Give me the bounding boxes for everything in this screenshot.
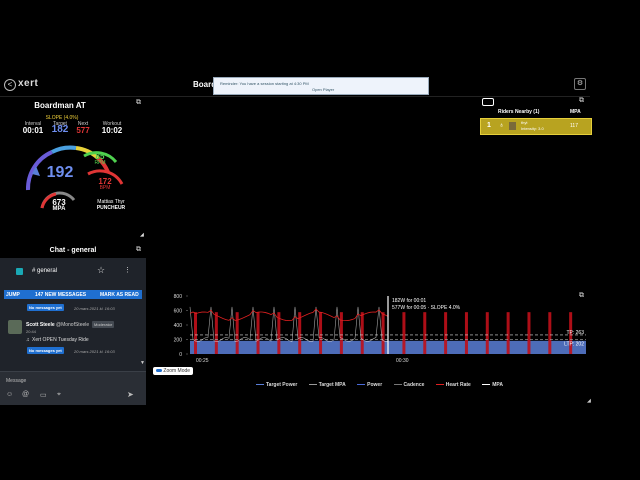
- send-icon[interactable]: ➤: [127, 390, 134, 399]
- emoji-icon[interactable]: ☺: [6, 391, 13, 398]
- target-interval-bar: [464, 312, 468, 354]
- rider-mpa: 117: [570, 123, 578, 129]
- message-timestamp: 20 mars 2021 kl. 16:03: [74, 306, 115, 311]
- location-icon[interactable]: ⌖: [57, 391, 61, 399]
- zoom-mode-toggle[interactable]: Zoom Mode: [153, 367, 194, 375]
- rider-intensity: Intensity: 3.0: [521, 126, 544, 131]
- target-interval-bar: [506, 312, 510, 354]
- music-icon: ♫: [26, 337, 30, 343]
- interval-value: 00:01: [22, 126, 44, 135]
- message-author[interactable]: Scott Steele: [26, 322, 55, 328]
- riders-mpa-col: MPA: [570, 109, 581, 115]
- target-interval-bar: [319, 312, 323, 354]
- target-interval-bar: [548, 312, 552, 354]
- riders-title: Riders Nearby (1): [498, 109, 540, 115]
- workout-time: 10:02: [101, 126, 123, 135]
- gauge-arc-mid: [51, 145, 77, 154]
- y-tick-label: 0: [179, 352, 182, 358]
- more-icon[interactable]: ⋮: [124, 266, 131, 274]
- message-handle: @MonofSteele: [56, 322, 90, 328]
- channel-name[interactable]: # general: [32, 268, 57, 274]
- mpa-unit: MPA: [52, 206, 66, 212]
- target-value: 182: [51, 124, 69, 135]
- no-messages-pill: No messages yet: [27, 304, 64, 311]
- target-interval-bar: [235, 312, 239, 354]
- chat-title: Chat - general: [49, 247, 97, 254]
- ltp-label: LTP: 202: [564, 341, 584, 347]
- star-icon[interactable]: ☆: [97, 265, 105, 276]
- target-interval-bar: [339, 312, 343, 354]
- jump-bar[interactable]: JUMP 147 NEW MESSAGES MARK AS READ: [4, 290, 142, 299]
- notification-link[interactable]: Open Player: [312, 87, 334, 92]
- x-tick-label: 00:30: [396, 358, 409, 364]
- tooltip-line-2: 577W for 00:05 · SLOPE 4.0%: [392, 305, 461, 311]
- new-messages-label: 147 NEW MESSAGES: [35, 292, 87, 298]
- notification-toast[interactable]: Reminder: You have a session starting at…: [213, 77, 429, 95]
- rider-name-nearby: thyt: [521, 120, 528, 125]
- toggle-switch-icon[interactable]: [156, 369, 162, 373]
- message-time: 20:44: [26, 329, 37, 334]
- rider-status-icon: ♁: [499, 122, 505, 129]
- y-tick-label: 800: [174, 294, 183, 300]
- message-timestamp-2: 20 mars 2021 kl. 16:03: [74, 349, 115, 354]
- target-interval-bar: [214, 312, 218, 354]
- y-tick-label: 600: [174, 309, 183, 315]
- chat-popout-icon[interactable]: ⧉: [136, 246, 141, 254]
- settings-icon[interactable]: ⚙: [574, 78, 586, 90]
- message-input[interactable]: Message: [6, 378, 26, 384]
- target-interval-bar: [402, 312, 406, 354]
- rider-name: Boardman AT: [34, 101, 86, 110]
- target-interval-bar: [194, 312, 197, 354]
- toggle-icon[interactable]: [482, 98, 494, 106]
- xert-logo: xert: [18, 78, 39, 89]
- target-interval-bar: [444, 312, 448, 354]
- legend-target-mpa[interactable]: Target MPA: [308, 382, 346, 388]
- message-text: Xert OPEN Tuesday Ride: [32, 337, 89, 343]
- target-interval-bar: [423, 312, 427, 354]
- legend-heart-rate[interactable]: Heart Rate: [435, 382, 471, 388]
- heart-rate-unit: BPM: [99, 185, 111, 191]
- message-composer[interactable]: [0, 371, 146, 405]
- power-line: [189, 306, 389, 343]
- chart-resize-handle[interactable]: ◢: [587, 398, 591, 404]
- y-tick-label: 400: [174, 323, 183, 329]
- legend-power[interactable]: Power: [357, 382, 382, 388]
- legend-mpa[interactable]: MPA: [482, 382, 503, 388]
- notification-text: Reminder: You have a session starting at…: [220, 81, 309, 86]
- tp-label: TP: 263: [566, 330, 584, 336]
- target-interval-bar: [527, 312, 531, 354]
- rider-avatar: [509, 122, 516, 130]
- back-button[interactable]: <: [4, 79, 16, 91]
- rider-row[interactable]: 1 ♁ thyt Intensity: 3.0 117: [480, 118, 592, 135]
- athlete-type: PUNCHEUR: [96, 205, 126, 211]
- avatar[interactable]: [8, 320, 22, 334]
- riders-popout-icon[interactable]: ⧉: [579, 97, 584, 105]
- next-value: 577: [76, 126, 90, 135]
- moderator-badge: Moderator: [92, 321, 115, 328]
- no-messages-pill-2: No messages yet: [27, 347, 64, 354]
- mark-as-read-button[interactable]: MARK AS READ: [100, 292, 139, 298]
- mention-icon[interactable]: @: [22, 391, 29, 398]
- rider-rank: 1: [487, 122, 491, 129]
- legend-cadence[interactable]: Cadence: [393, 382, 424, 388]
- y-tick-label: 200: [174, 338, 183, 344]
- jump-label[interactable]: JUMP: [6, 292, 20, 298]
- chart-legend: Target Power Target MPA Power Cadence He…: [256, 382, 513, 388]
- target-interval-bar: [256, 312, 260, 354]
- scroll-down-icon[interactable]: ▼: [140, 360, 145, 366]
- zoom-mode-label: Zoom Mode: [163, 368, 191, 374]
- target-interval-bar: [360, 312, 364, 354]
- tooltip-line-1: 182W for 00:01: [392, 298, 426, 304]
- resize-handle[interactable]: ◢: [140, 232, 144, 238]
- target-interval-bar: [485, 312, 489, 354]
- target-interval-bar: [381, 312, 385, 354]
- x-tick-label: 00:25: [196, 358, 209, 364]
- popout-icon[interactable]: ⧉: [136, 99, 141, 107]
- legend-target-power[interactable]: Target Power: [256, 382, 297, 388]
- power-value: 192: [46, 164, 74, 181]
- chat-bubble-icon[interactable]: ▭: [40, 391, 47, 399]
- channel-icon: [16, 268, 23, 275]
- cadence-unit: RPM: [94, 160, 106, 166]
